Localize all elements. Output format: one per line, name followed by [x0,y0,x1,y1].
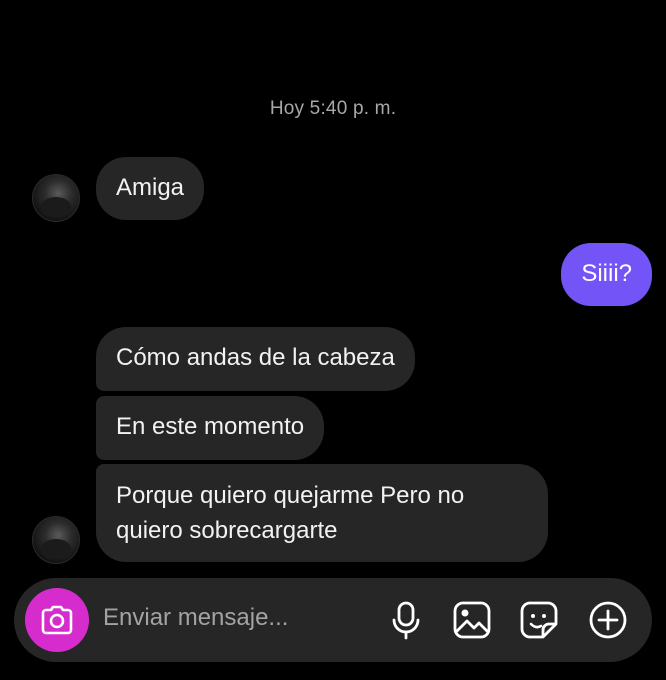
message-composer: Enviar mensaje... [14,578,652,662]
plus-icon [589,601,627,639]
more-options-button[interactable] [588,600,628,640]
gallery-button[interactable] [452,600,492,640]
camera-icon [41,605,73,635]
contact-avatar[interactable] [32,174,80,222]
camera-button[interactable] [25,588,89,652]
microphone-icon [392,601,420,640]
message-bubble-received[interactable]: Porque quiero quejarme Pero no quiero so… [96,464,548,562]
sticker-icon [520,601,558,639]
message-bubble-received[interactable]: En este momento [96,396,325,460]
image-icon [453,601,491,639]
message-bubble-received[interactable]: Cómo andas de la cabeza [96,327,415,391]
message-input[interactable]: Enviar mensaje... [103,604,288,632]
message-bubble-received[interactable]: Amiga [96,157,205,220]
microphone-button[interactable] [386,600,426,640]
message-bubble-sent[interactable]: Siiii? [561,243,652,306]
contact-avatar[interactable] [32,516,80,564]
timestamp: Hoy 5:40 p. m. [269,98,397,119]
sticker-button[interactable] [519,600,559,640]
